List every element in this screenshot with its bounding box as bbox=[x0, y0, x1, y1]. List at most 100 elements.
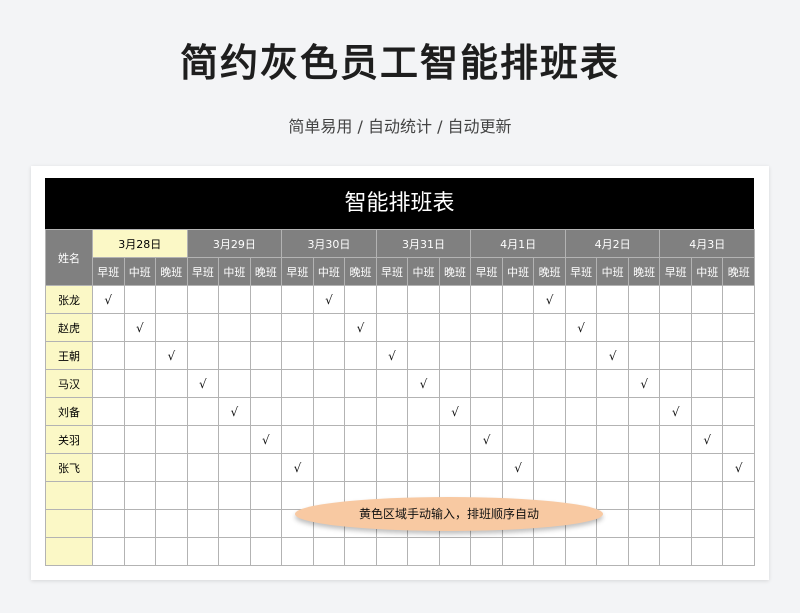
shift-cell[interactable] bbox=[92, 313, 125, 342]
shift-cell[interactable] bbox=[375, 453, 409, 482]
shift-cell[interactable] bbox=[596, 285, 629, 314]
shift-cell[interactable] bbox=[501, 397, 535, 426]
employee-name-cell[interactable]: 刘备 bbox=[45, 397, 93, 426]
shift-cell[interactable]: √ bbox=[659, 397, 692, 426]
shift-cell[interactable] bbox=[375, 397, 409, 426]
shift-cell[interactable] bbox=[92, 453, 125, 482]
employee-name-cell[interactable]: 马汉 bbox=[45, 369, 93, 398]
shift-cell[interactable]: √ bbox=[438, 397, 472, 426]
shift-cell[interactable] bbox=[281, 341, 314, 370]
shift-cell[interactable] bbox=[533, 341, 566, 370]
shift-cell[interactable] bbox=[155, 425, 188, 454]
shift-cell[interactable] bbox=[407, 397, 440, 426]
shift-cell[interactable] bbox=[92, 369, 125, 398]
shift-cell[interactable]: √ bbox=[344, 313, 377, 342]
shift-cell[interactable] bbox=[501, 537, 535, 566]
employee-name-cell[interactable]: 关羽 bbox=[45, 425, 93, 454]
shift-cell[interactable] bbox=[344, 285, 377, 314]
shift-cell[interactable] bbox=[92, 481, 125, 510]
shift-cell[interactable] bbox=[249, 509, 283, 538]
shift-cell[interactable] bbox=[281, 285, 314, 314]
shift-cell[interactable] bbox=[218, 509, 251, 538]
shift-cell[interactable] bbox=[533, 425, 566, 454]
shift-cell[interactable] bbox=[92, 537, 125, 566]
shift-cell[interactable] bbox=[218, 537, 251, 566]
shift-cell[interactable] bbox=[407, 285, 440, 314]
shift-cell[interactable] bbox=[312, 453, 346, 482]
shift-cell[interactable] bbox=[690, 397, 724, 426]
shift-cell[interactable] bbox=[281, 369, 314, 398]
shift-cell[interactable] bbox=[92, 425, 125, 454]
shift-cell[interactable] bbox=[218, 453, 251, 482]
shift-cell[interactable] bbox=[344, 425, 377, 454]
shift-cell[interactable] bbox=[596, 313, 629, 342]
shift-cell[interactable] bbox=[312, 537, 346, 566]
shift-cell[interactable] bbox=[123, 397, 157, 426]
shift-cell[interactable] bbox=[407, 537, 440, 566]
shift-cell[interactable] bbox=[690, 509, 724, 538]
shift-cell[interactable] bbox=[627, 509, 661, 538]
shift-cell[interactable] bbox=[281, 313, 314, 342]
shift-cell[interactable] bbox=[627, 453, 661, 482]
shift-cell[interactable] bbox=[123, 425, 157, 454]
shift-cell[interactable] bbox=[533, 453, 566, 482]
shift-cell[interactable] bbox=[186, 341, 220, 370]
shift-cell[interactable] bbox=[123, 285, 157, 314]
shift-cell[interactable] bbox=[438, 537, 472, 566]
shift-cell[interactable] bbox=[533, 397, 566, 426]
shift-cell[interactable] bbox=[659, 509, 692, 538]
shift-cell[interactable] bbox=[470, 537, 503, 566]
shift-cell[interactable] bbox=[501, 341, 535, 370]
shift-cell[interactable] bbox=[186, 425, 220, 454]
shift-cell[interactable]: √ bbox=[312, 285, 346, 314]
shift-cell[interactable] bbox=[627, 537, 661, 566]
shift-cell[interactable] bbox=[249, 313, 283, 342]
shift-cell[interactable] bbox=[470, 369, 503, 398]
shift-cell[interactable] bbox=[564, 537, 598, 566]
shift-cell[interactable] bbox=[533, 537, 566, 566]
shift-cell[interactable] bbox=[123, 341, 157, 370]
shift-cell[interactable] bbox=[123, 453, 157, 482]
shift-cell[interactable] bbox=[722, 369, 755, 398]
shift-cell[interactable] bbox=[281, 425, 314, 454]
shift-cell[interactable] bbox=[627, 425, 661, 454]
shift-cell[interactable] bbox=[627, 341, 661, 370]
shift-cell[interactable] bbox=[564, 425, 598, 454]
shift-cell[interactable] bbox=[690, 453, 724, 482]
shift-cell[interactable] bbox=[470, 285, 503, 314]
shift-cell[interactable] bbox=[501, 285, 535, 314]
shift-cell[interactable] bbox=[722, 285, 755, 314]
shift-cell[interactable] bbox=[375, 369, 409, 398]
shift-cell[interactable] bbox=[659, 453, 692, 482]
employee-name-cell[interactable] bbox=[45, 537, 93, 566]
shift-cell[interactable] bbox=[155, 509, 188, 538]
shift-cell[interactable] bbox=[564, 369, 598, 398]
employee-name-cell[interactable]: 张龙 bbox=[45, 285, 93, 314]
shift-cell[interactable] bbox=[186, 313, 220, 342]
shift-cell[interactable] bbox=[375, 313, 409, 342]
shift-cell[interactable] bbox=[344, 397, 377, 426]
shift-cell[interactable] bbox=[722, 537, 755, 566]
shift-cell[interactable]: √ bbox=[564, 313, 598, 342]
shift-cell[interactable] bbox=[249, 481, 283, 510]
shift-cell[interactable] bbox=[281, 537, 314, 566]
shift-cell[interactable] bbox=[722, 397, 755, 426]
shift-cell[interactable]: √ bbox=[281, 453, 314, 482]
shift-cell[interactable] bbox=[690, 313, 724, 342]
shift-cell[interactable] bbox=[564, 397, 598, 426]
shift-cell[interactable] bbox=[627, 481, 661, 510]
shift-cell[interactable] bbox=[407, 425, 440, 454]
shift-cell[interactable] bbox=[564, 285, 598, 314]
shift-cell[interactable] bbox=[249, 397, 283, 426]
shift-cell[interactable]: √ bbox=[249, 425, 283, 454]
shift-cell[interactable] bbox=[312, 369, 346, 398]
shift-cell[interactable] bbox=[249, 369, 283, 398]
shift-cell[interactable] bbox=[659, 285, 692, 314]
shift-cell[interactable] bbox=[722, 341, 755, 370]
employee-name-cell[interactable] bbox=[45, 509, 93, 538]
shift-cell[interactable] bbox=[501, 425, 535, 454]
shift-cell[interactable] bbox=[564, 453, 598, 482]
shift-cell[interactable] bbox=[690, 481, 724, 510]
shift-cell[interactable]: √ bbox=[470, 425, 503, 454]
shift-cell[interactable] bbox=[722, 481, 755, 510]
